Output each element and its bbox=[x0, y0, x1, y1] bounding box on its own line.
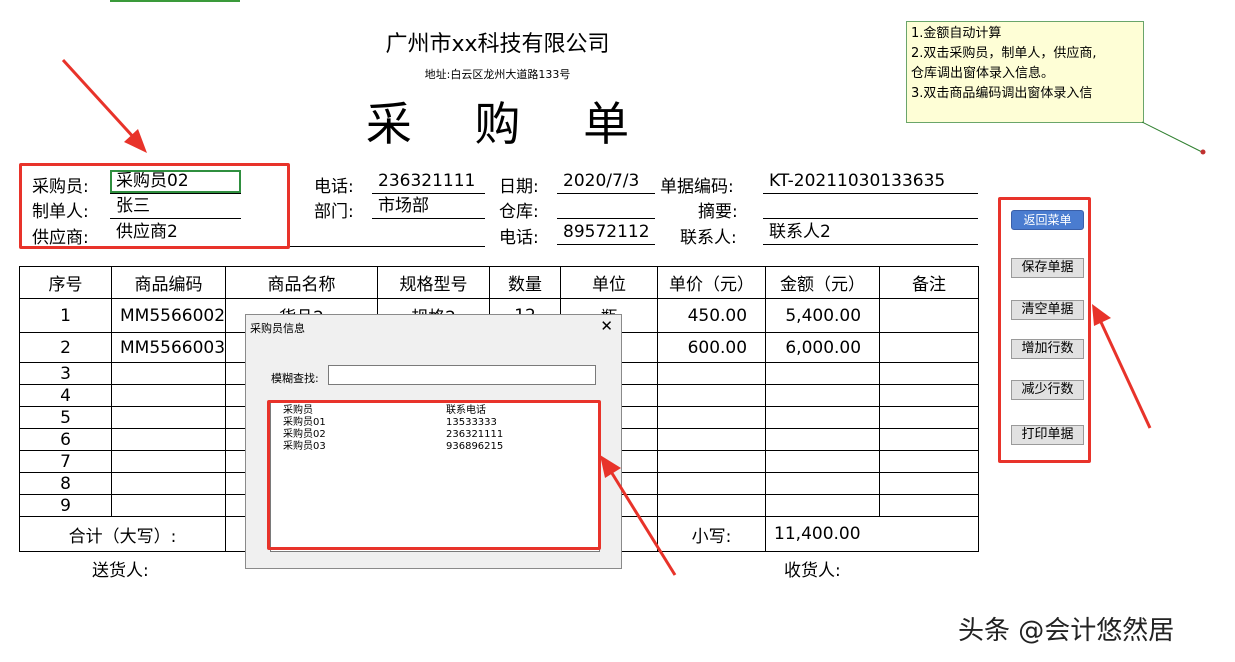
watermark: 头条 @会计悠然居 bbox=[958, 616, 1175, 646]
annotation-arrows bbox=[61, 58, 1152, 576]
